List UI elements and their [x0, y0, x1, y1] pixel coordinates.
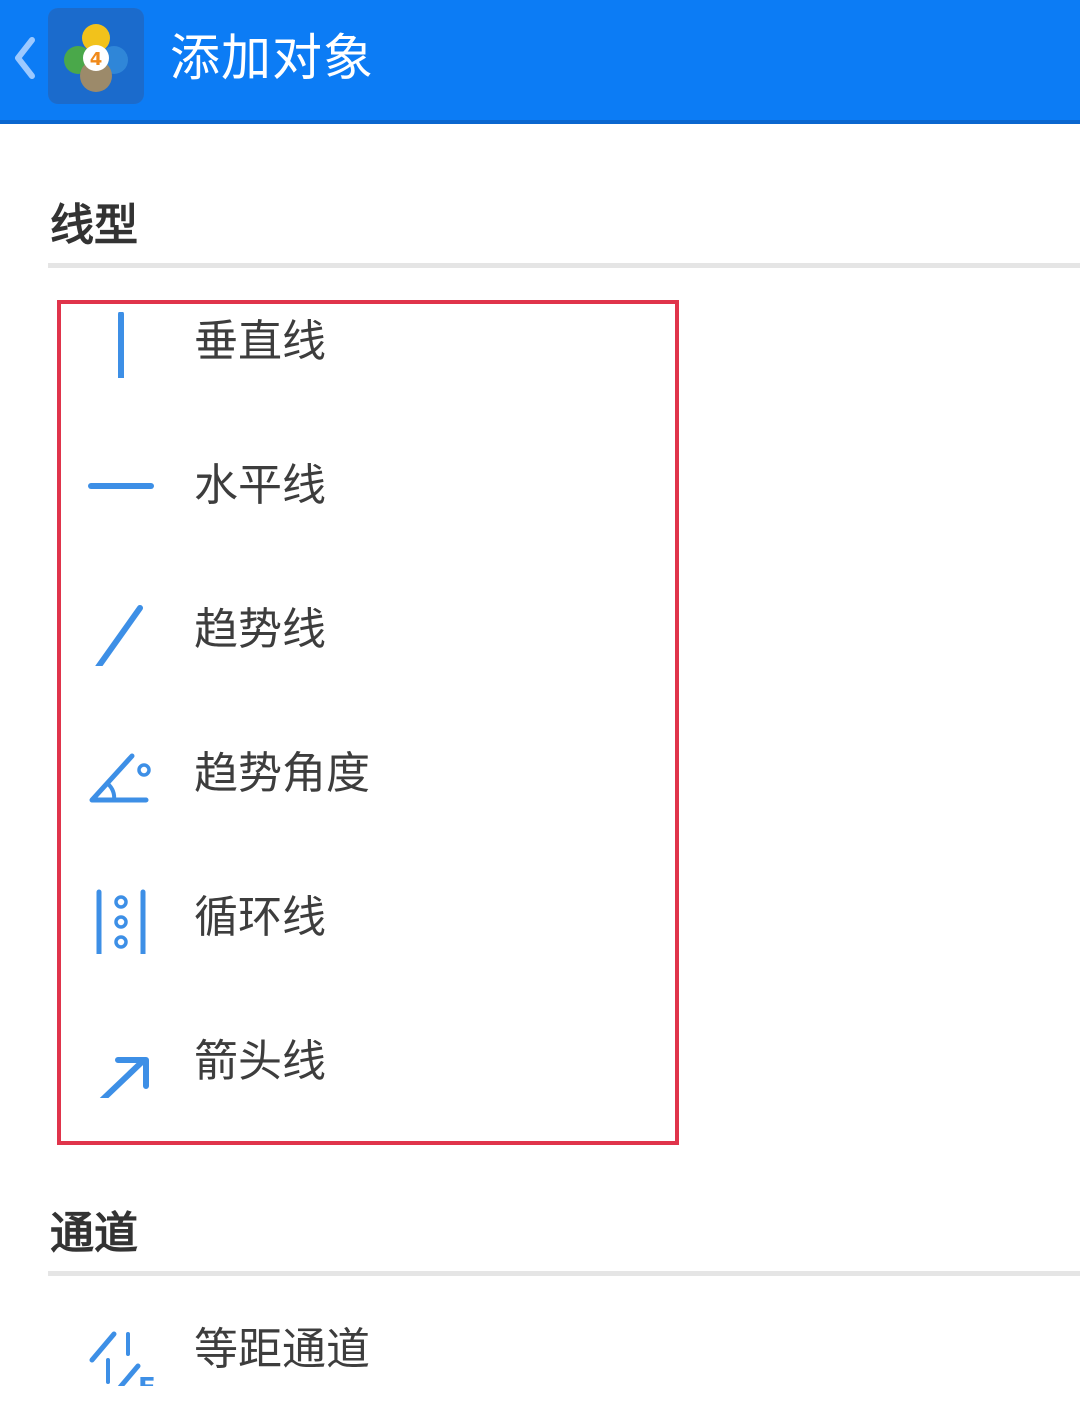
- cycle-lines-icon: [96, 889, 146, 954]
- item-label: 垂直线: [194, 316, 326, 367]
- trend-line-icon: [95, 605, 143, 666]
- section-title-channels: 通道: [50, 1208, 138, 1259]
- list-item-trend-line[interactable]: 趋势线: [60, 580, 1080, 700]
- metatrader-logo-icon[interactable]: 4: [48, 8, 144, 104]
- list-item-trend-angle[interactable]: 趋势角度: [60, 724, 1080, 844]
- item-label: 等距通道: [194, 1324, 370, 1375]
- item-label: 箭头线: [194, 1036, 326, 1087]
- section-divider: [48, 1271, 1080, 1276]
- app-bar: 4 添加对象: [0, 0, 1080, 124]
- chevron-left-icon[interactable]: [8, 28, 38, 88]
- page-title: 添加对象: [170, 29, 374, 87]
- item-label: 趋势角度: [194, 748, 370, 799]
- section-title-line-types: 线型: [50, 200, 138, 251]
- arrow-line-icon: [99, 1057, 149, 1098]
- vertical-line-icon: [118, 312, 124, 378]
- list-item-cycle-lines[interactable]: 循环线: [60, 868, 1080, 988]
- svg-text:E: E: [138, 1373, 154, 1386]
- list-item-vertical-line[interactable]: 垂直线: [60, 292, 1080, 412]
- item-label: 趋势线: [194, 604, 326, 655]
- trend-angle-icon: [89, 753, 151, 803]
- list-item-equidistant-channel[interactable]: E 等距通道: [60, 1300, 1080, 1420]
- svg-text:4: 4: [90, 49, 103, 70]
- horizontal-line-icon: [88, 483, 154, 489]
- equidistant-channel-icon: E: [89, 1331, 154, 1386]
- list-item-horizontal-line[interactable]: 水平线: [60, 436, 1080, 556]
- list-item-arrow-line[interactable]: 箭头线: [60, 1012, 1080, 1132]
- item-label: 循环线: [194, 892, 326, 943]
- item-label: 水平线: [194, 460, 326, 511]
- section-divider: [48, 263, 1080, 268]
